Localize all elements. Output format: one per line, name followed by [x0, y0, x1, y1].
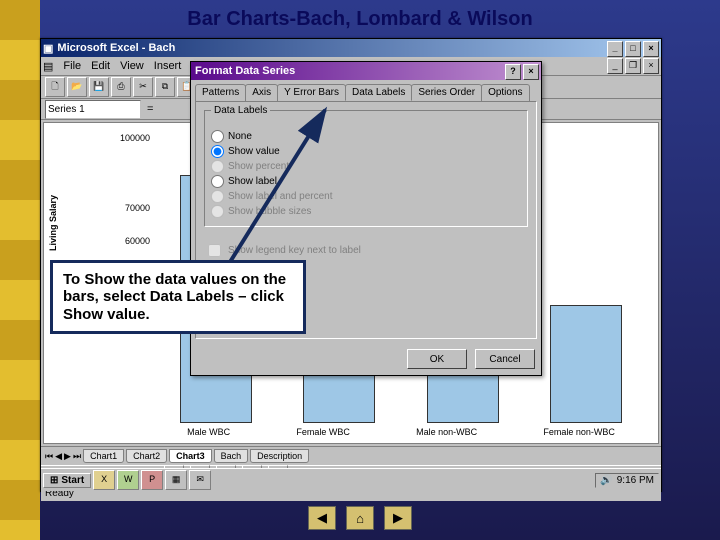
- save-icon[interactable]: 💾: [89, 77, 109, 97]
- data-labels-group: Data Labels None Show value Show percent…: [204, 110, 528, 227]
- radio-show-label-percent-label: Show label and percent: [228, 191, 333, 202]
- excel-app-icon: ▣: [43, 42, 53, 55]
- ytick-2: 60000: [125, 236, 150, 246]
- x-axis-labels: Male WBC Female WBC Male non-WBC Female …: [154, 427, 648, 437]
- tab-options[interactable]: Options: [481, 84, 529, 101]
- start-button[interactable]: ⊞ Start: [43, 473, 91, 488]
- radio-show-value-label: Show value: [228, 146, 280, 157]
- dialog-help-button[interactable]: ?: [505, 64, 521, 80]
- slide-title: Bar Charts-Bach, Lombard & Wilson: [0, 8, 720, 31]
- bar-3[interactable]: [550, 305, 622, 423]
- tab-nav-first-icon[interactable]: ⏮: [45, 451, 53, 462]
- dialog-title-text: Format Data Series: [195, 65, 295, 77]
- radio-show-percent-label: Show percent: [228, 161, 289, 172]
- tab-series-order[interactable]: Series Order: [411, 84, 482, 101]
- slide-nav: ◀ ⌂ ▶: [0, 506, 720, 530]
- menu-insert[interactable]: Insert: [154, 60, 182, 72]
- menu-file[interactable]: File: [63, 60, 81, 72]
- new-icon[interactable]: 🗋: [45, 77, 65, 97]
- clock: 9:16 PM: [617, 475, 654, 486]
- nav-prev-icon: ◀: [317, 510, 327, 526]
- decorative-stripe: [0, 0, 40, 540]
- doc-restore-button[interactable]: ❐: [625, 58, 641, 74]
- dialog-buttons: OK Cancel: [191, 343, 541, 375]
- excel-title-text: Microsoft Excel - Bach: [57, 42, 175, 54]
- sheet-tab-chart1[interactable]: Chart1: [83, 449, 124, 463]
- tab-nav-last-icon[interactable]: ⏭: [73, 451, 81, 462]
- tab-nav-next-icon[interactable]: ▶: [64, 451, 71, 462]
- xcat-2: Male non-WBC: [416, 427, 477, 437]
- radio-show-label[interactable]: Show label: [211, 175, 521, 188]
- cut-icon[interactable]: ✂: [133, 77, 153, 97]
- nav-home-icon: ⌂: [356, 511, 364, 526]
- taskbar-item-4[interactable]: ▦: [165, 470, 187, 490]
- nav-home-button[interactable]: ⌂: [346, 506, 374, 530]
- doc-close-button[interactable]: ×: [643, 58, 659, 74]
- close-button[interactable]: ×: [643, 41, 659, 57]
- group-title: Data Labels: [211, 105, 270, 116]
- formula-separator: =: [147, 103, 153, 115]
- start-label: Start: [61, 475, 84, 486]
- ytick-0: 100000: [120, 133, 150, 143]
- legend-key-checkbox[interactable]: Show legend key next to label: [204, 241, 528, 260]
- nav-prev-button[interactable]: ◀: [308, 506, 336, 530]
- name-box-input[interactable]: [45, 100, 141, 119]
- taskbar-item-1[interactable]: X: [93, 470, 115, 490]
- dialog-close-button[interactable]: ×: [523, 64, 539, 80]
- menu-view[interactable]: View: [120, 60, 144, 72]
- menu-edit[interactable]: Edit: [91, 60, 110, 72]
- tab-data-labels[interactable]: Data Labels: [345, 84, 412, 101]
- open-icon[interactable]: 📂: [67, 77, 87, 97]
- taskbar-item-3[interactable]: P: [141, 470, 163, 490]
- maximize-button[interactable]: □: [625, 41, 641, 57]
- tab-axis[interactable]: Axis: [245, 84, 278, 101]
- tab-y-error-bars[interactable]: Y Error Bars: [277, 84, 346, 101]
- sheet-tab-bach[interactable]: Bach: [214, 449, 249, 463]
- ok-button[interactable]: OK: [407, 349, 467, 369]
- nav-next-button[interactable]: ▶: [384, 506, 412, 530]
- nav-next-icon: ▶: [393, 510, 403, 526]
- legend-key-label: Show legend key next to label: [228, 245, 361, 256]
- sheet-tab-chart2[interactable]: Chart2: [126, 449, 167, 463]
- radio-show-label-percent[interactable]: Show label and percent: [211, 190, 521, 203]
- ytick-1: 70000: [125, 203, 150, 213]
- radio-show-bubble-label: Show bubble sizes: [228, 206, 311, 217]
- radio-none-label: None: [228, 131, 252, 142]
- taskbar-item-2[interactable]: W: [117, 470, 139, 490]
- sheet-tab-chart3[interactable]: Chart3: [169, 449, 212, 463]
- y-axis-label: Living Salary: [48, 195, 58, 251]
- slide-stage: Bar Charts-Bach, Lombard & Wilson ▣ Micr…: [0, 0, 720, 540]
- tray-icon[interactable]: 🔊: [600, 475, 612, 486]
- doc-icon: ▤: [43, 60, 53, 73]
- radio-none[interactable]: None: [211, 130, 521, 143]
- xcat-3: Female non-WBC: [543, 427, 615, 437]
- windows-taskbar: ⊞ Start X W P ▦ ✉ 🔊 9:16 PM: [41, 468, 661, 491]
- copy-icon[interactable]: ⧉: [155, 77, 175, 97]
- xcat-1: Female WBC: [296, 427, 350, 437]
- radio-show-percent[interactable]: Show percent: [211, 160, 521, 173]
- cancel-button[interactable]: Cancel: [475, 349, 535, 369]
- tab-patterns[interactable]: Patterns: [195, 84, 246, 101]
- excel-titlebar: ▣ Microsoft Excel - Bach _ □ ×: [41, 39, 661, 57]
- system-tray: 🔊 9:16 PM: [595, 473, 659, 488]
- instruction-callout: To Show the data values on the bars, sel…: [50, 260, 306, 334]
- minimize-button[interactable]: _: [607, 41, 623, 57]
- windows-logo-icon: ⊞: [50, 475, 58, 486]
- radio-show-label-label: Show label: [228, 176, 277, 187]
- sheet-tabs: ⏮ ◀ ▶ ⏭ Chart1 Chart2 Chart3 Bach Descri…: [41, 446, 661, 465]
- doc-minimize-button[interactable]: _: [607, 58, 623, 74]
- dialog-titlebar: Format Data Series ? ×: [191, 62, 541, 80]
- dialog-tabs: Patterns Axis Y Error Bars Data Labels S…: [191, 80, 541, 101]
- radio-show-bubble[interactable]: Show bubble sizes: [211, 205, 521, 218]
- taskbar-item-5[interactable]: ✉: [189, 470, 211, 490]
- print-icon[interactable]: ⎙: [111, 77, 131, 97]
- sheet-tab-description[interactable]: Description: [250, 449, 309, 463]
- xcat-0: Male WBC: [187, 427, 230, 437]
- radio-show-value[interactable]: Show value: [211, 145, 521, 158]
- tab-nav-prev-icon[interactable]: ◀: [55, 451, 62, 462]
